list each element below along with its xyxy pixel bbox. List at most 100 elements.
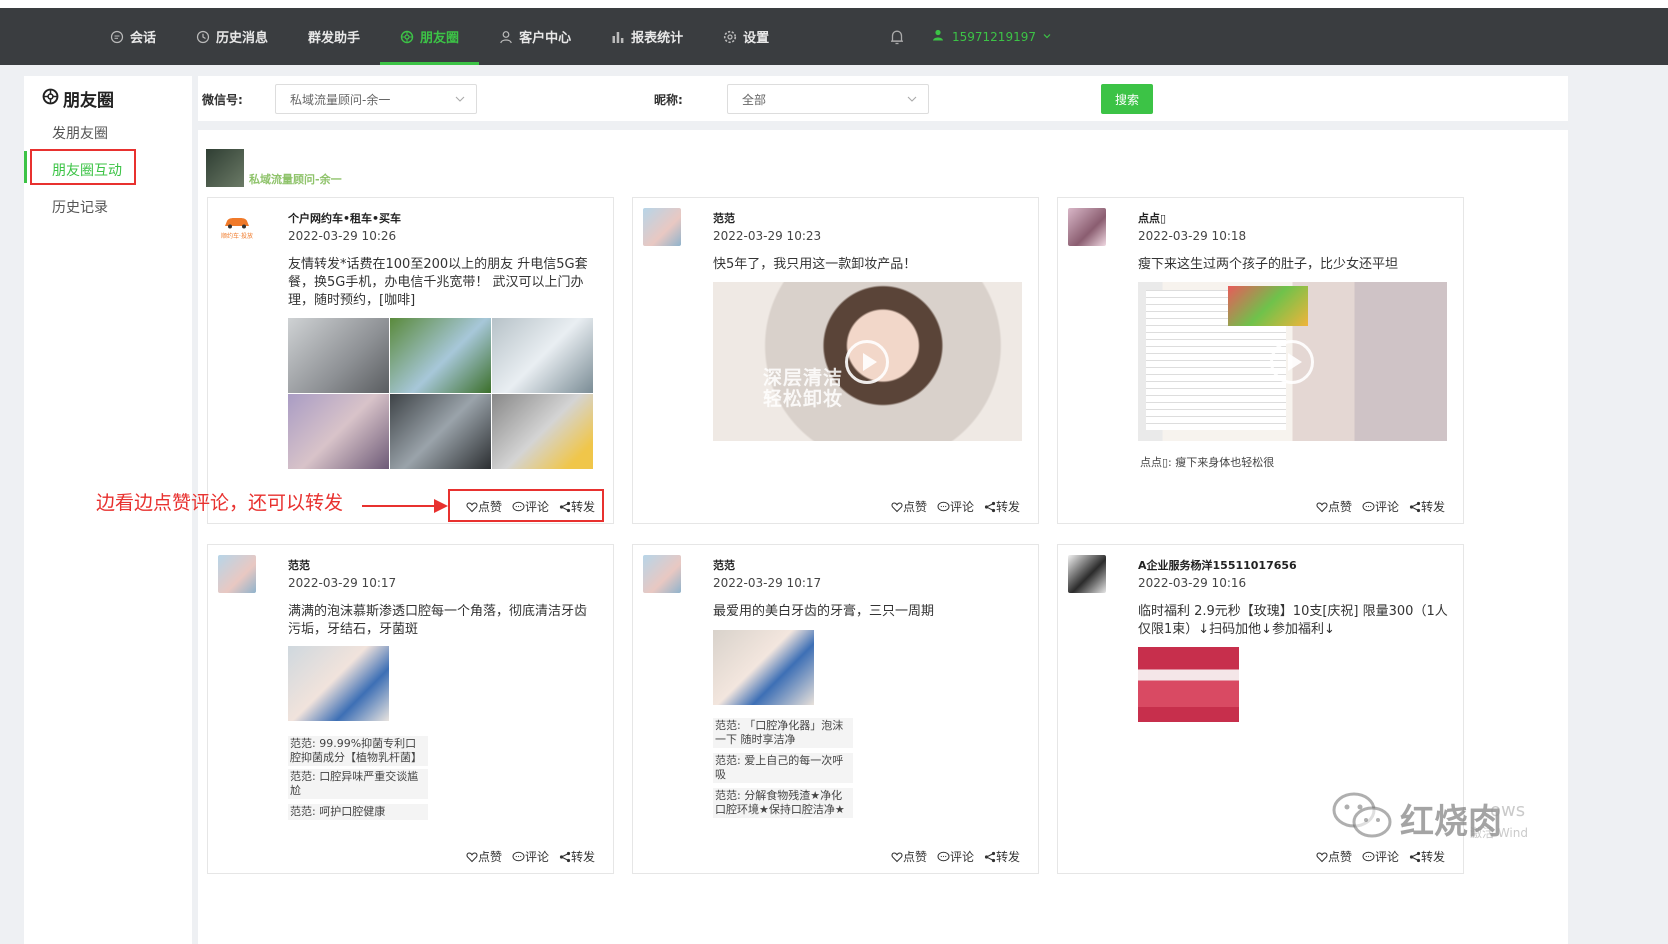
forward-label: 转发: [995, 850, 1020, 864]
post-image[interactable]: [492, 318, 593, 393]
post-text: 瘦下来这生过两个孩子的肚子，比少女还平坦: [1138, 257, 1399, 272]
sidebar-title: 朋友圈: [42, 86, 114, 111]
chat-icon: [110, 30, 124, 44]
play-icon[interactable]: [1270, 340, 1314, 384]
post-card: 范范 2022-03-29 10:17 满满的泡沫慕斯渗透口腔每一个角落，彻底清…: [207, 544, 614, 874]
post-video[interactable]: [1138, 282, 1447, 441]
comment-text: 范范: 99.99%抑菌专利口腔抑菌成分【植物乳杆菌】: [288, 736, 428, 766]
comment-icon: [937, 851, 950, 861]
search-button[interactable]: 搜索: [1101, 84, 1153, 114]
nav-label: 朋友圈: [420, 31, 460, 46]
like-label: 点赞: [477, 850, 502, 864]
wechat-label: 微信号:: [202, 93, 243, 107]
avatar: [1068, 555, 1106, 593]
post-card: 点点▯ 2022-03-29 10:18 瘦下来这生过两个孩子的肚子，比少女还平…: [1057, 197, 1464, 524]
post-image[interactable]: [713, 630, 814, 705]
play-icon[interactable]: [845, 340, 889, 384]
comment-icon: [937, 501, 950, 511]
like-button[interactable]: 点赞: [1316, 848, 1352, 865]
post-image[interactable]: [1138, 647, 1239, 722]
forward-button[interactable]: 转发: [1409, 498, 1445, 515]
post-image[interactable]: [288, 318, 389, 393]
gear-icon: [723, 30, 737, 44]
post-text: 快5年了，我只用这一款卸妆产品！: [713, 257, 917, 272]
comment-text: 点点▯: 瘦下来身体也轻松很: [1138, 455, 1338, 471]
heart-icon: [891, 851, 903, 862]
post-image[interactable]: [390, 394, 491, 469]
heart-icon: [891, 501, 903, 512]
annotation-highlight-box: [448, 489, 604, 522]
sidebar-item-interactions[interactable]: 朋友圈互动: [52, 160, 122, 180]
heart-icon: [466, 851, 478, 862]
comment-text: 范范: 「口腔净化器」泡沫一下 随时享洁净: [713, 718, 853, 748]
watermark-os-text: ows: [1490, 800, 1526, 821]
post-card: 范范 2022-03-29 10:23 快5年了，我只用这一款卸妆产品！ 深层清…: [632, 197, 1039, 524]
wechat-select[interactable]: 私域流量顾问-余一: [275, 84, 477, 114]
forward-button[interactable]: 转发: [984, 848, 1020, 865]
nav-item-moments[interactable]: 朋友圈: [380, 8, 480, 65]
post-author: 范范: [713, 212, 735, 225]
person-icon: [499, 30, 513, 44]
nickname-select-value: 全部: [742, 92, 767, 107]
post-text: 满满的泡沫慕斯渗透口腔每一个角落，彻底清洁牙齿污垢，牙结石，牙菌斑: [288, 604, 588, 637]
post-author: 个户网约车•租车•买车: [288, 212, 402, 225]
forward-button[interactable]: 转发: [559, 848, 595, 865]
like-label: 点赞: [1327, 850, 1352, 864]
post-time: 2022-03-29 10:17: [288, 576, 397, 590]
heart-icon: [1316, 501, 1328, 512]
post-actions: 点赞 评论 转发: [891, 498, 1020, 515]
nickname-select[interactable]: 全部: [727, 84, 929, 114]
moments-icon: [400, 30, 414, 44]
watermark-activate-text: 激活 Wind: [1470, 826, 1528, 840]
chevron-down-icon: [1042, 30, 1052, 44]
nav-item-broadcast[interactable]: 群发助手: [288, 8, 380, 65]
nav-item-chat[interactable]: 会话: [90, 8, 176, 65]
post-author: A企业服务杨洋15511017656: [1138, 559, 1297, 572]
post-video[interactable]: 深层清洁 轻松卸妆: [713, 282, 1022, 441]
like-button[interactable]: 点赞: [891, 848, 927, 865]
sidebar-title-text: 朋友圈: [63, 91, 114, 111]
forward-button[interactable]: 转发: [984, 498, 1020, 515]
comment-button[interactable]: 评论: [1362, 498, 1399, 515]
nav-item-customers[interactable]: 客户中心: [479, 8, 591, 65]
sidebar-item-post[interactable]: 发朋友圈: [52, 123, 108, 143]
sidebar-item-history[interactable]: 历史记录: [52, 197, 108, 217]
post-image-grid[interactable]: [288, 318, 593, 469]
annotation-text: 边看边点赞评论，还可以转发: [96, 492, 344, 514]
share-icon: [984, 501, 996, 512]
like-label: 点赞: [902, 850, 927, 864]
post-actions: 点赞 评论 转发: [1316, 498, 1445, 515]
account-name[interactable]: 私域流量顾问-余一: [249, 171, 342, 187]
post-text: 友情转发*话费在100至200以上的朋友 升电信5G套餐，换5G手机，办电信千兆…: [288, 257, 588, 308]
post-text: 临时福利 2.9元秒【玫瑰】10支[庆祝] 限量300（1人仅限1束）↓扫码加他…: [1138, 604, 1448, 637]
post-time: 2022-03-29 10:23: [713, 229, 822, 243]
like-button[interactable]: 点赞: [891, 498, 927, 515]
post-image[interactable]: [390, 318, 491, 393]
nav-item-reports[interactable]: 报表统计: [591, 8, 703, 65]
like-button[interactable]: 点赞: [1316, 498, 1352, 515]
comment-button[interactable]: 评论: [937, 848, 974, 865]
post-image[interactable]: [492, 394, 593, 469]
comment-button[interactable]: 评论: [1362, 848, 1399, 865]
comment-button[interactable]: 评论: [512, 848, 549, 865]
active-indicator: [24, 151, 27, 183]
share-icon: [984, 851, 996, 862]
user-menu[interactable]: 15971219197: [932, 8, 1052, 65]
post-card: 范范 2022-03-29 10:17 最爱用的美白牙齿的牙膏，三只一周期 范范…: [632, 544, 1039, 874]
account-avatar: [206, 149, 244, 187]
nav-label: 客户中心: [519, 31, 572, 46]
chevron-down-icon: [906, 93, 918, 108]
comment-label: 评论: [949, 850, 974, 864]
post-image[interactable]: [288, 646, 389, 721]
arrow-icon: [362, 499, 448, 513]
comment-button[interactable]: 评论: [937, 498, 974, 515]
bell-icon[interactable]: [888, 28, 906, 46]
like-button[interactable]: 点赞: [466, 848, 502, 865]
post-image[interactable]: [288, 394, 389, 469]
nav-item-history[interactable]: 历史消息: [176, 8, 288, 65]
avatar-caption: 顺约车·投放: [221, 232, 253, 240]
comment-label: 评论: [949, 500, 974, 514]
forward-button[interactable]: 转发: [1409, 848, 1445, 865]
forward-label: 转发: [995, 500, 1020, 514]
nav-item-settings[interactable]: 设置: [703, 8, 789, 65]
